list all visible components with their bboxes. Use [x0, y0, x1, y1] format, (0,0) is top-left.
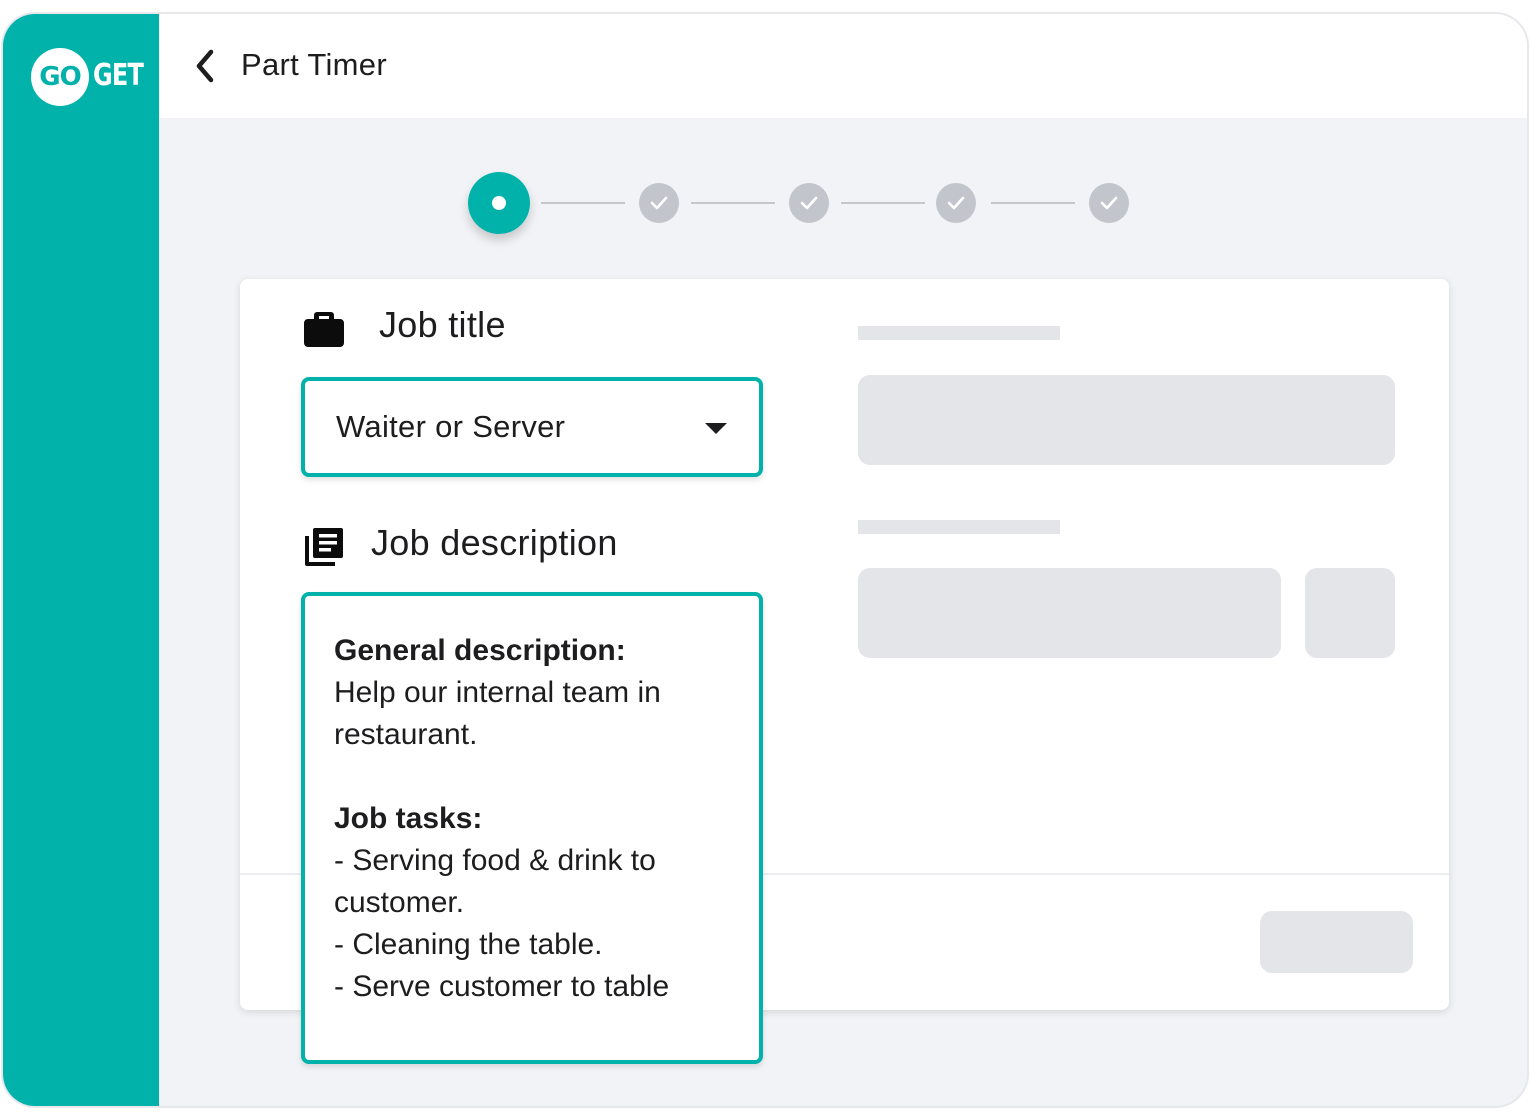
general-description-line: Help our internal team in — [334, 676, 661, 709]
placeholder-field — [858, 375, 1395, 465]
logo-get-text: GET — [93, 58, 144, 93]
job-task-line: customer. — [334, 886, 465, 919]
placeholder-field — [858, 568, 1281, 658]
check-icon — [1100, 196, 1118, 210]
general-description-heading: General description: — [334, 634, 626, 667]
placeholder-label — [858, 326, 1060, 340]
page-title: Part Timer — [241, 47, 387, 82]
job-title-selected-value: Waiter or Server — [336, 409, 566, 444]
job-task-line: - Serving food & drink to — [334, 844, 656, 877]
check-icon — [947, 196, 965, 210]
job-task-line: - Cleaning the table. — [334, 928, 603, 961]
active-dot-icon — [492, 196, 506, 210]
step-2-complete[interactable] — [639, 183, 679, 223]
job-task-line: - Serve customer to table — [334, 970, 670, 1003]
app-window: GO GET Part Timer Job title Waiter or Se… — [3, 14, 1527, 1106]
placeholder-field-small — [1305, 568, 1395, 658]
job-description-textarea[interactable]: General description: Help our internal t… — [301, 592, 763, 1064]
back-button[interactable] — [187, 44, 227, 88]
job-description-label: Job description — [371, 522, 618, 563]
check-icon — [800, 196, 818, 210]
top-bar: Part Timer — [159, 14, 1527, 118]
briefcase-icon — [304, 312, 344, 347]
step-connector — [541, 202, 625, 204]
job-title-label: Job title — [379, 304, 506, 345]
step-3-complete[interactable] — [789, 183, 829, 223]
step-connector — [841, 202, 925, 204]
caret-down-icon — [705, 423, 727, 434]
progress-stepper — [465, 170, 1135, 240]
job-title-select[interactable]: Waiter or Server — [301, 377, 763, 477]
step-4-complete[interactable] — [936, 183, 976, 223]
placeholder-label — [858, 520, 1060, 534]
step-5-complete[interactable] — [1089, 183, 1129, 223]
step-1-active[interactable] — [468, 172, 530, 234]
library-books-icon — [305, 528, 343, 566]
logo-go-badge: GO — [31, 48, 89, 106]
job-description-content: General description: Help our internal t… — [334, 630, 741, 1008]
sidebar: GO GET — [3, 14, 159, 1106]
general-description-line: restaurant. — [334, 718, 478, 751]
placeholder-button[interactable] — [1260, 911, 1413, 973]
check-icon — [650, 196, 668, 210]
job-tasks-heading: Job tasks: — [334, 802, 483, 835]
step-connector — [991, 202, 1075, 204]
back-arrow-icon — [196, 49, 214, 83]
step-connector — [691, 202, 775, 204]
goget-logo[interactable]: GO GET — [31, 46, 146, 106]
